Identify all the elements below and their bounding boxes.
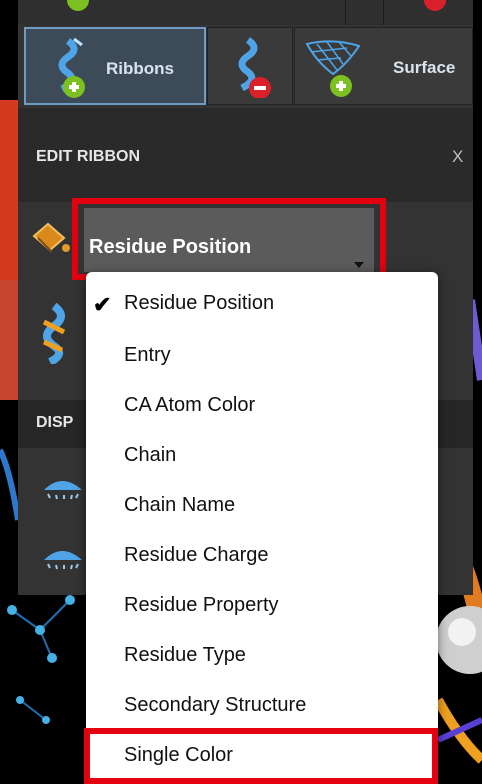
close-button[interactable]: X: [452, 147, 463, 167]
menu-option-secondary-structure[interactable]: Secondary Structure: [124, 694, 306, 717]
eye-icon[interactable]: [40, 544, 86, 570]
menu-option-chain[interactable]: Chain: [124, 444, 176, 467]
checkmark-icon: ✔: [93, 292, 112, 317]
ribbons-remove-button[interactable]: [207, 27, 293, 105]
add-badge-icon: [67, 0, 89, 11]
toolbar-top-cell: [383, 0, 473, 25]
menu-option-residue-position[interactable]: Residue Position: [124, 292, 274, 315]
menu-option-chain-name[interactable]: Chain Name: [124, 494, 235, 517]
highlight-box-single-color: [84, 728, 438, 784]
ribbon-remove-icon: [238, 37, 271, 98]
toolbar-top-row: [18, 0, 473, 25]
ribbon-style-icon: [42, 302, 66, 364]
ribbons-label: Ribbons: [106, 59, 174, 78]
remove-badge-icon: [424, 0, 446, 11]
edit-ribbon-title: EDIT RIBBON: [36, 148, 140, 165]
display-title: DISP: [36, 414, 74, 431]
eye-icon[interactable]: [40, 474, 86, 500]
menu-option-residue-charge[interactable]: Residue Charge: [124, 544, 269, 567]
surface-label: Surface: [393, 58, 456, 77]
highlight-box-select: [72, 198, 386, 280]
menu-option-residue-type[interactable]: Residue Type: [124, 644, 246, 667]
ribbon-add-icon: [58, 37, 85, 98]
surface-add-icon: [305, 40, 361, 97]
representation-toolbar: Ribbons Surface: [18, 25, 473, 108]
surface-add-button[interactable]: Surface: [294, 27, 473, 105]
toolbar-top-cell: [345, 0, 384, 25]
paint-bucket-icon: [32, 222, 70, 253]
toolbar-top-cell: [18, 0, 346, 25]
menu-option-entry[interactable]: Entry: [124, 344, 171, 367]
menu-option-ca-atom-color[interactable]: CA Atom Color: [124, 394, 255, 417]
ribbons-add-button[interactable]: Ribbons: [24, 27, 206, 105]
menu-option-residue-property[interactable]: Residue Property: [124, 594, 279, 617]
